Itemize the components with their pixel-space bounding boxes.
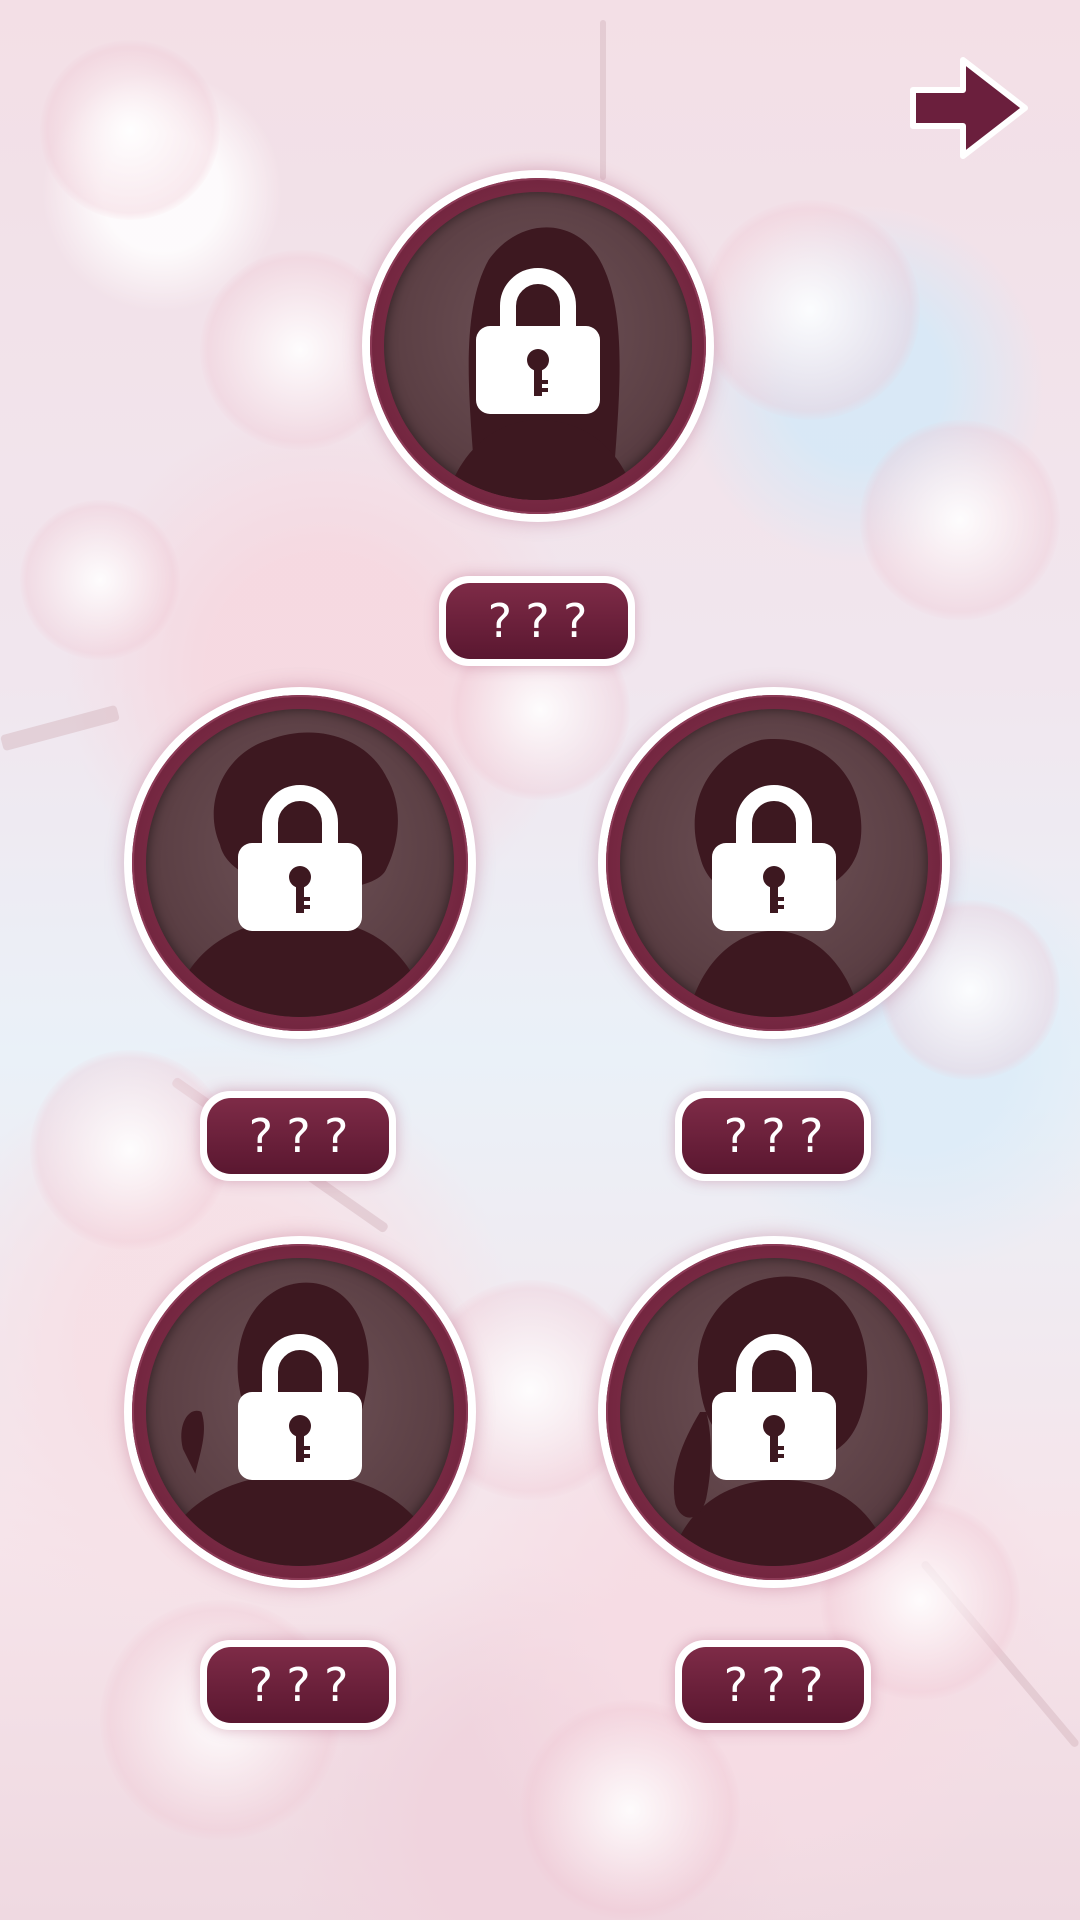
right-arrow-icon [910, 57, 1028, 159]
character-name-label: ??? [207, 1098, 389, 1174]
character-name-label: ??? [682, 1647, 864, 1723]
character-name-button-4[interactable]: ??? [200, 1640, 396, 1730]
lock-icon [238, 1334, 362, 1480]
character-name-button-2[interactable]: ??? [200, 1091, 396, 1181]
character-name-button-5[interactable]: ??? [675, 1640, 871, 1730]
character-name-button-3[interactable]: ??? [675, 1091, 871, 1181]
character-portrait-5[interactable] [598, 1236, 950, 1588]
lock-icon [476, 268, 600, 414]
character-name-label: ??? [446, 583, 628, 659]
character-name-button-1[interactable]: ??? [439, 576, 635, 666]
lock-icon [238, 785, 362, 931]
next-arrow-button[interactable] [905, 52, 1033, 164]
lock-icon [712, 785, 836, 931]
character-portrait-1[interactable] [362, 170, 714, 522]
character-name-label: ??? [207, 1647, 389, 1723]
character-name-label: ??? [682, 1098, 864, 1174]
character-portrait-4[interactable] [124, 1236, 476, 1588]
lock-icon [712, 1334, 836, 1480]
character-portrait-3[interactable] [598, 687, 950, 1039]
character-portrait-2[interactable] [124, 687, 476, 1039]
